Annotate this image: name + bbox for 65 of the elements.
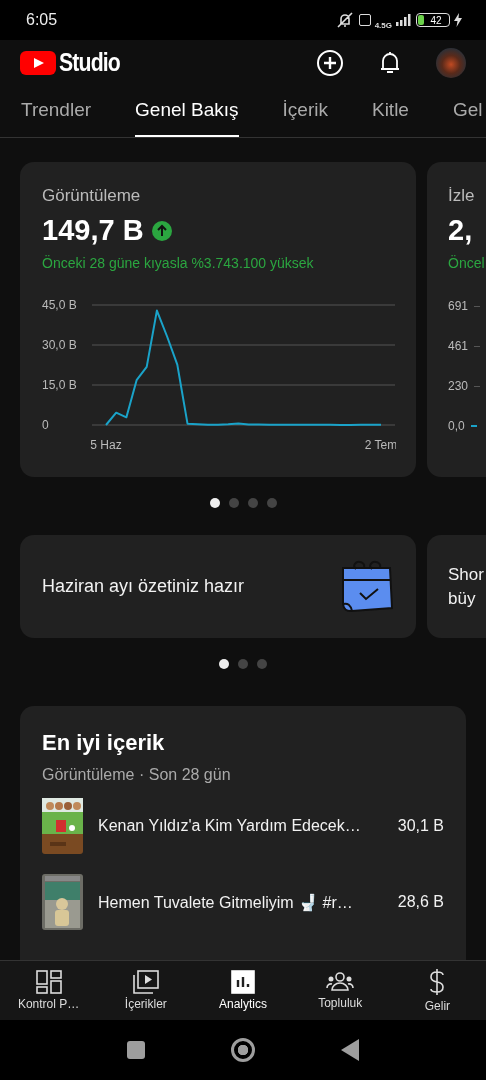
metric-card[interactable]: İzle 2, Öncel 691 461 230 0,0 xyxy=(427,162,486,477)
content-title: Kenan Yıldız'a Kim Yardım Edecek… xyxy=(98,817,362,835)
dollar-icon xyxy=(429,968,446,996)
tab[interactable]: Trendler xyxy=(21,85,92,137)
content-title: Hemen Tuvalete Gitmeliyim 🚽 #r… xyxy=(98,892,354,912)
charging-icon xyxy=(454,13,462,27)
nav-item[interactable]: Kontrol P… xyxy=(0,961,98,1020)
tab[interactable]: İçerik xyxy=(282,85,328,137)
home-button[interactable] xyxy=(231,1038,255,1062)
page-indicator-dot[interactable] xyxy=(266,498,277,508)
battery-icon: 42 xyxy=(416,13,450,27)
metric-title: Görüntüleme xyxy=(42,186,141,206)
tab[interactable]: Genel Bakış xyxy=(135,85,239,137)
promo-text: Shor büy xyxy=(448,563,484,610)
signal-icon xyxy=(396,14,412,26)
nav-item[interactable]: İçerikler xyxy=(97,961,195,1020)
card-subtitle: Görüntüleme · Son 28 gün xyxy=(42,766,232,784)
create-icon[interactable] xyxy=(316,48,344,77)
y-axis-label: 30,0 B xyxy=(42,338,77,352)
promo-card[interactable]: Shor büy xyxy=(427,535,486,638)
content-row[interactable]: Kenan Yıldız'a Kim Yardım Edecek… 30,1 B xyxy=(42,798,444,854)
comparison-text: Öncel xyxy=(448,255,485,271)
network-label: 4.5G xyxy=(374,20,392,30)
metric-value: 2, xyxy=(448,214,473,247)
metric-title: İzle xyxy=(448,186,475,206)
recents-button[interactable] xyxy=(127,1041,145,1059)
nav-item[interactable]: Analytics xyxy=(194,961,292,1020)
nav-item[interactable]: Topluluk xyxy=(291,961,389,1020)
y-axis-label: 45,0 B xyxy=(42,298,77,312)
metric-card[interactable]: Görüntüleme 149,7 B Önceki 28 güne kıyasla %3.743.100 yüksek 45,0 B 30,0 B 15,0 B 0 5 Haz 2 Tem xyxy=(20,162,416,477)
analytics-icon xyxy=(231,970,255,994)
avatar[interactable] xyxy=(436,47,466,78)
nav-item[interactable]: Gelir xyxy=(388,961,486,1020)
play-logo-icon xyxy=(20,50,56,75)
promo-card[interactable]: Haziran ayı özetiniz hazır xyxy=(20,535,416,638)
page-indicator-dot[interactable] xyxy=(238,659,248,669)
page-indicator-dot[interactable] xyxy=(247,498,258,508)
x-axis-label: 2 Tem xyxy=(364,438,396,452)
view-count: 28,6 B xyxy=(397,893,444,911)
video-library-icon xyxy=(132,970,159,994)
back-button[interactable] xyxy=(341,1039,359,1061)
content-row[interactable]: Hemen Tuvalete Gitmeliyim 🚽 #r… 28,6 B xyxy=(42,874,444,930)
y-axis-label: 0,0 xyxy=(448,419,465,433)
y-axis-label: 15,0 B xyxy=(42,378,77,392)
page-indicator-dot[interactable] xyxy=(228,498,239,508)
tab[interactable]: Gel xyxy=(452,85,483,137)
y-axis-label: 461 xyxy=(448,339,469,353)
page-indicator-dot[interactable] xyxy=(219,659,229,669)
logo-text: Studio xyxy=(59,48,120,77)
clock: 6:05 xyxy=(26,11,58,29)
x-axis-label: 5 Haz xyxy=(90,438,122,452)
y-axis-label: 0 xyxy=(42,418,49,432)
notifications-icon[interactable] xyxy=(378,49,402,76)
comparison-text: Önceki 28 güne kıyasla %3.743.100 yüksek xyxy=(42,255,314,271)
y-axis-label: 691 xyxy=(448,299,469,313)
page-indicator-dot[interactable] xyxy=(209,498,220,508)
dashboard-icon xyxy=(35,970,62,994)
promo-text: Haziran ayı özetiniz hazır xyxy=(42,576,245,597)
people-icon xyxy=(326,971,355,993)
y-axis-label: 230 xyxy=(448,379,469,393)
tab[interactable]: Kitle xyxy=(371,85,409,137)
view-count: 30,1 B xyxy=(397,817,444,835)
metric-value: 149,7 B xyxy=(42,214,144,247)
page-indicator-dot[interactable] xyxy=(257,659,267,669)
card-title: En iyi içerik xyxy=(42,730,166,756)
